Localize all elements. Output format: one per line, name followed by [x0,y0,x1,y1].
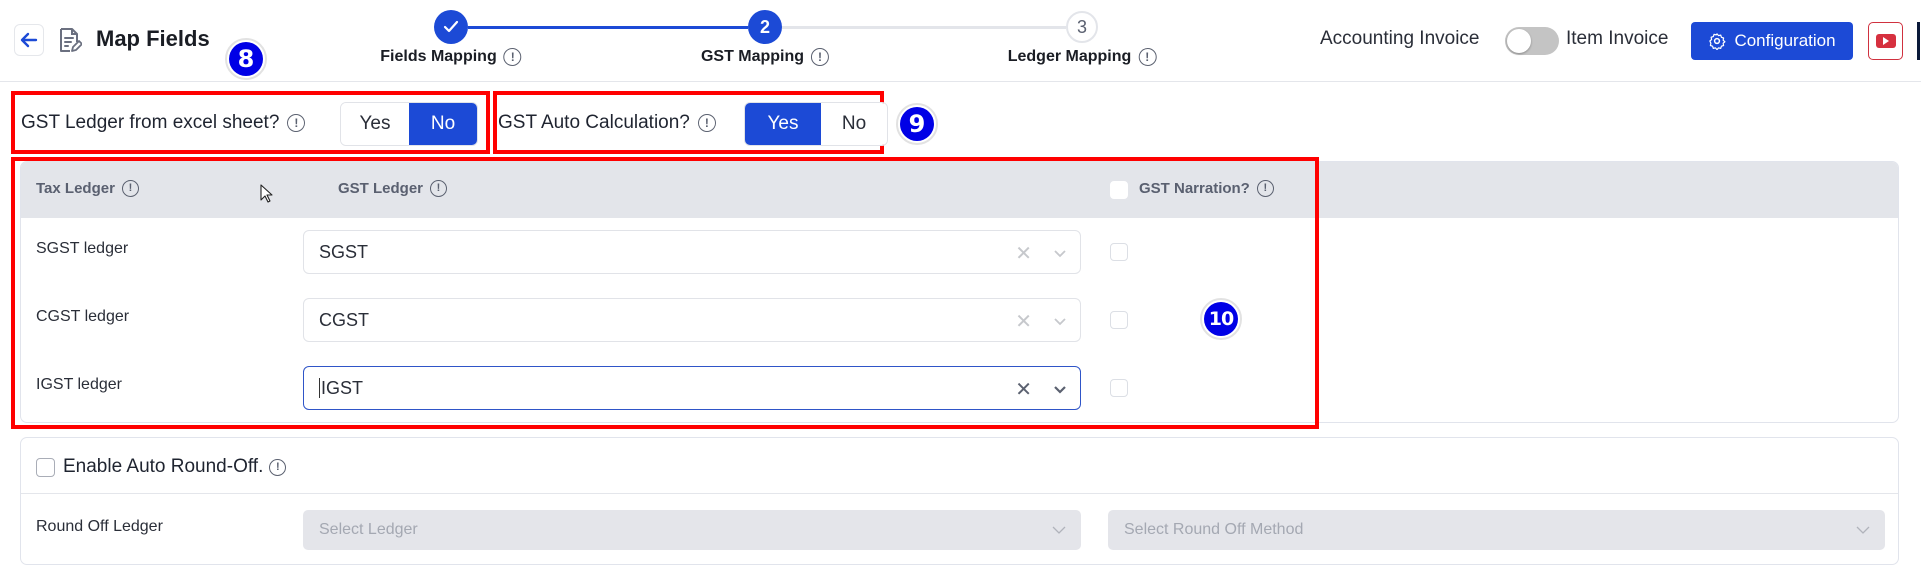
gst-auto-calculation-text: GST Auto Calculation? [498,112,690,133]
round-off-ledger-placeholder: Select Ledger [319,521,418,538]
enable-auto-round-off-row: Enable Auto Round-Off. ! [36,456,287,478]
info-icon[interactable]: ! [503,48,522,66]
mouse-cursor-icon [260,184,273,203]
video-tutorial-button[interactable] [1868,22,1903,60]
page-header: Map Fields 2 3 Fields Mapping ! GST Mapp… [0,0,1921,82]
info-icon[interactable]: ! [269,458,287,476]
round-off-ledger-select[interactable]: Select Ledger [303,510,1081,550]
step-2-number: 2 [759,16,770,37]
enable-auto-round-off-checkbox[interactable] [36,457,55,477]
enable-auto-round-off-text: Enable Auto Round-Off. [63,456,264,477]
step-connector-completed [468,26,748,29]
checkmark-icon [443,20,459,33]
back-button[interactable] [14,24,44,56]
invoice-type-toggle[interactable] [1505,27,1559,55]
step-1-label[interactable]: Fields Mapping ! [380,48,522,66]
round-off-card: Enable Auto Round-Off. ! Round Off Ledge… [20,437,1899,565]
gear-icon [1709,33,1726,50]
gst-auto-calculation-toggle: Yes No [744,102,888,146]
configuration-button[interactable]: Configuration [1691,22,1853,60]
item-invoice-label: Item Invoice [1566,28,1669,49]
info-icon[interactable]: ! [697,114,716,132]
annotation-badge-8-number: 8 [229,42,263,76]
configuration-label: Configuration [1734,31,1836,50]
round-off-method-select[interactable]: Select Round Off Method [1108,510,1885,550]
gst-ledger-from-excel-label: GST Ledger from excel sheet? ! [21,112,306,134]
gst-auto-calculation-label: GST Auto Calculation? ! [498,112,716,134]
step-2-circle[interactable]: 2 [748,10,782,44]
annotation-badge-10: 10 [1200,298,1242,340]
accounting-invoice-label: Accounting Invoice [1320,28,1480,49]
info-icon[interactable]: ! [1138,48,1157,66]
page-title: Map Fields [96,26,210,51]
chevron-down-icon [1856,526,1870,534]
step-1-label-text: Fields Mapping [380,48,497,65]
step-2-label-text: GST Mapping [700,48,805,65]
round-off-ledger-label: Round Off Ledger [36,518,163,535]
step-connector-pending [782,26,1066,29]
gst-ledger-excel-no-button[interactable]: No [409,103,477,145]
gst-ledger-from-excel-toggle: Yes No [340,102,478,146]
gst-auto-calc-yes-button[interactable]: Yes [745,103,821,145]
step-3-label[interactable]: Ledger Mapping ! [1008,48,1157,66]
round-off-method-placeholder: Select Round Off Method [1124,521,1304,538]
annotation-badge-8: 8 [225,38,267,80]
annotation-badge-9-number: 9 [900,107,934,141]
step-3-label-text: Ledger Mapping [1007,48,1132,65]
gst-ledger-from-excel-text: GST Ledger from excel sheet? [21,112,280,133]
step-2-label[interactable]: GST Mapping ! [700,48,830,66]
youtube-icon [1875,34,1896,48]
info-icon[interactable]: ! [287,114,306,132]
divider [21,493,1898,494]
annotation-badge-10-number: 10 [1204,302,1238,336]
arrow-left-icon [20,32,38,48]
edge-divider [1917,22,1920,60]
document-edit-icon [58,26,83,54]
step-3-number: 3 [1076,16,1087,37]
step-1-circle[interactable] [434,10,468,44]
annotation-box-10 [11,157,1319,429]
gst-auto-calc-no-button[interactable]: No [821,103,887,145]
gst-ledger-excel-yes-button[interactable]: Yes [341,103,409,145]
toggle-knob [1507,29,1531,53]
annotation-badge-9: 9 [896,103,938,145]
chevron-down-icon [1052,526,1066,534]
step-3-circle[interactable]: 3 [1066,11,1098,43]
info-icon[interactable]: ! [811,48,830,66]
